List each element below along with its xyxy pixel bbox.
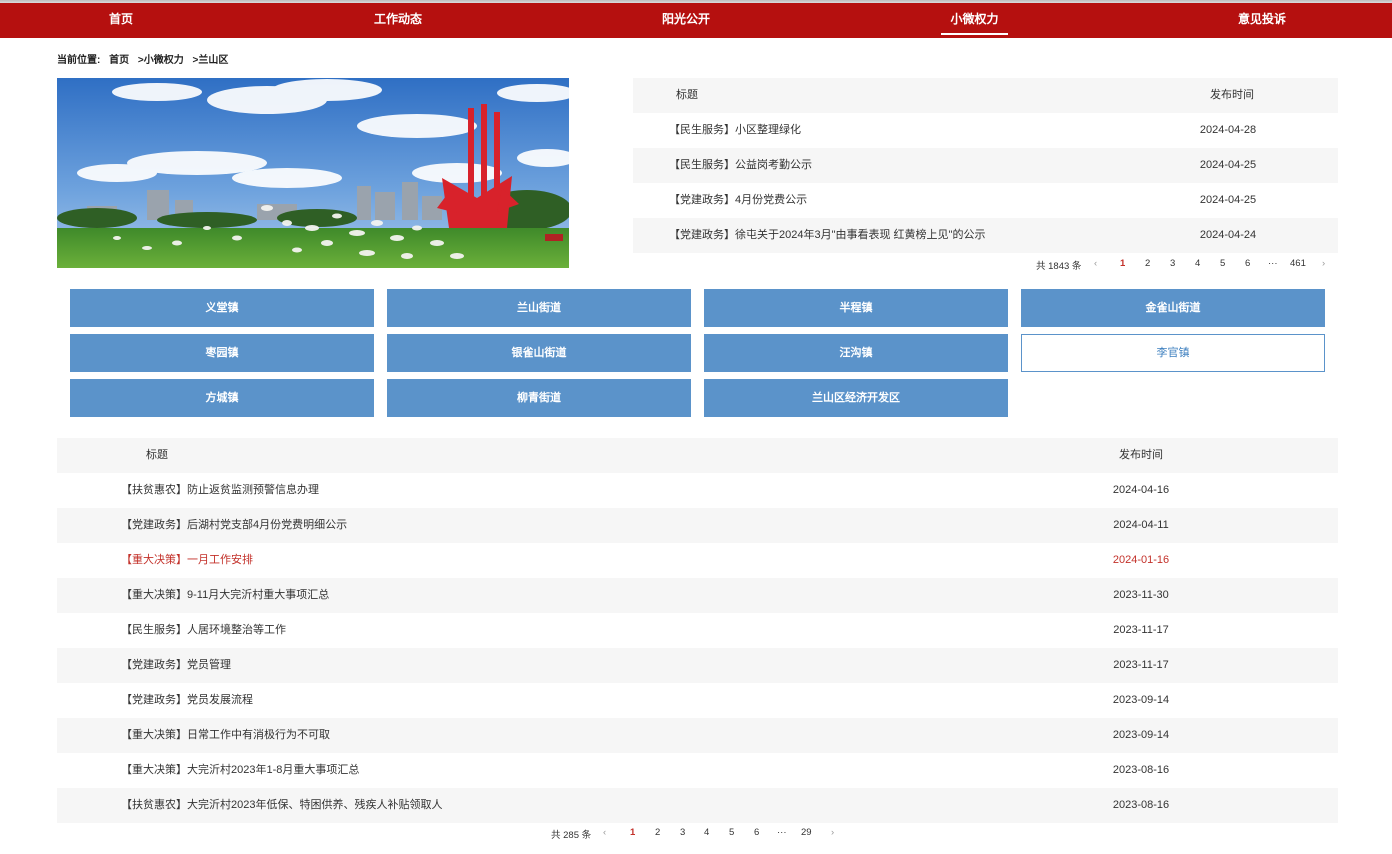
table-row[interactable]: 【党建政务】徐屯关于2024年3月"由事看表现 红黄榜上见"的公示 2024-0… (633, 218, 1338, 253)
pagination-page[interactable]: 4 (1195, 258, 1200, 269)
row-title[interactable]: 【党建政务】4月份党费公示 (669, 183, 807, 218)
pagination-next-icon[interactable]: › (1322, 258, 1325, 269)
table-row[interactable]: 【重大决策】大完沂村2023年1-8月重大事项汇总 2023-08-16 (57, 753, 1338, 788)
town-button-bancheng[interactable]: 半程镇 (704, 289, 1008, 327)
town-button-lanshan-econ-zone[interactable]: 兰山区经济开发区 (704, 379, 1008, 417)
table-row[interactable]: 【党建政务】4月份党费公示 2024-04-25 (633, 183, 1338, 218)
town-button-zaoyuan[interactable]: 枣园镇 (70, 334, 374, 372)
pagination-prev-icon[interactable]: ‹ (1094, 258, 1097, 269)
table-row[interactable]: 【民生服务】人居环境整治等工作 2023-11-17 (57, 613, 1338, 648)
pagination-page[interactable]: 2 (655, 827, 660, 838)
top-news-table: 标题 发布时间 【民生服务】小区整理绿化 2024-04-28 【民生服务】公益… (633, 78, 1338, 253)
row-date: 2023-09-14 (1112, 729, 1170, 741)
row-title[interactable]: 【重大决策】9-11月大完沂村重大事项汇总 (121, 578, 329, 613)
town-button-yinqueshan-street[interactable]: 银雀山街道 (387, 334, 691, 372)
town-button-jinqueshan-street[interactable]: 金雀山街道 (1021, 289, 1325, 327)
nav-item-sunshine-public[interactable]: 阳光公开 (656, 3, 716, 38)
top-pagination: 共 1843 条 ‹ 1 2 3 4 5 6 ··· 461 › (1036, 258, 1336, 272)
nav-item-work-news[interactable]: 工作动态 (368, 3, 428, 38)
table-row[interactable]: 【重大决策】一月工作安排 2024-01-16 (57, 543, 1338, 578)
row-title[interactable]: 【民生服务】人居环境整治等工作 (121, 613, 286, 648)
row-title[interactable]: 【重大决策】大完沂村2023年1-8月重大事项汇总 (121, 753, 359, 788)
row-date: 2023-11-17 (1113, 659, 1169, 671)
pagination-page[interactable]: 6 (754, 827, 759, 838)
pagination-page[interactable]: 1 (1120, 258, 1125, 269)
row-date: 2024-04-25 (1199, 194, 1257, 206)
town-button-liguan[interactable]: 李官镇 (1021, 334, 1325, 372)
banner-scene-graphic (57, 78, 569, 268)
pagination-page[interactable]: 5 (1220, 258, 1225, 269)
table-row[interactable]: 【重大决策】日常工作中有消极行为不可取 2023-09-14 (57, 718, 1338, 753)
table-row[interactable]: 【民生服务】小区整理绿化 2024-04-28 (633, 113, 1338, 148)
table-row[interactable]: 【扶贫惠农】大完沂村2023年低保、特困供养、残疾人补贴领取人 2023-08-… (57, 788, 1338, 823)
town-button-wanggou[interactable]: 汪沟镇 (704, 334, 1008, 372)
pagination-page[interactable]: 5 (729, 827, 734, 838)
row-title[interactable]: 【党建政务】徐屯关于2024年3月"由事看表现 红黄榜上见"的公示 (669, 218, 985, 253)
nav-item-home[interactable]: 首页 (92, 3, 150, 38)
row-title[interactable]: 【扶贫惠农】防止返贫监测预警信息办理 (121, 473, 319, 508)
pagination-page[interactable]: 1 (630, 827, 635, 838)
pagination-prev-icon[interactable]: ‹ (603, 827, 606, 838)
town-button-lanshan-street[interactable]: 兰山街道 (387, 289, 691, 327)
table-row[interactable]: 【党建政务】党员管理 2023-11-17 (57, 648, 1338, 683)
row-date: 2023-08-16 (1112, 799, 1170, 811)
row-title[interactable]: 【民生服务】公益岗考勤公示 (669, 148, 812, 183)
row-title[interactable]: 【党建政务】党员管理 (121, 648, 231, 683)
row-date: 2024-04-16 (1112, 484, 1170, 496)
pagination-page[interactable]: 461 (1290, 258, 1306, 269)
header-title: 标题 (146, 449, 168, 461)
pagination-page[interactable]: 4 (704, 827, 709, 838)
row-title[interactable]: 【重大决策】日常工作中有消极行为不可取 (121, 718, 330, 753)
row-date: 2023-08-16 (1112, 764, 1170, 776)
bottom-pagination: 共 285 条 ‹ 1 2 3 4 5 6 ··· 29 › (551, 827, 851, 841)
row-title[interactable]: 【扶贫惠农】大完沂村2023年低保、特困供养、残疾人补贴领取人 (121, 788, 442, 823)
table-row[interactable]: 【党建政务】后湖村党支部4月份党费明细公示 2024-04-11 (57, 508, 1338, 543)
breadcrumb: 当前位置: 首页 >小微权力 >兰山区 (57, 51, 234, 66)
banner-image (57, 78, 569, 268)
table-row[interactable]: 【民生服务】公益岗考勤公示 2024-04-25 (633, 148, 1338, 183)
pagination-page[interactable]: 2 (1145, 258, 1150, 269)
header-title: 标题 (676, 89, 698, 101)
row-title[interactable]: 【党建政务】后湖村党支部4月份党费明细公示 (121, 508, 347, 543)
breadcrumb-micro-power-link[interactable]: >小微权力 (138, 55, 184, 66)
table-header: 标题 发布时间 (633, 78, 1338, 113)
top-bar: 首页 工作动态 阳光公开 小微权力 意见投诉 (0, 0, 1392, 38)
town-button-liuqing-street[interactable]: 柳青街道 (387, 379, 691, 417)
row-date: 2024-04-24 (1199, 229, 1257, 241)
row-title[interactable]: 【重大决策】一月工作安排 (121, 543, 253, 578)
row-date: 2024-01-16 (1112, 554, 1170, 566)
row-date: 2023-11-30 (1113, 589, 1169, 601)
header-date: 发布时间 (1119, 449, 1163, 461)
pagination-total: 共 1843 条 (1036, 261, 1082, 272)
table-row[interactable]: 【党建政务】党员发展流程 2023-09-14 (57, 683, 1338, 718)
row-title[interactable]: 【党建政务】党员发展流程 (121, 683, 253, 718)
pagination-total: 共 285 条 (551, 830, 592, 841)
pagination-next-icon[interactable]: › (831, 827, 834, 838)
row-date: 2024-04-28 (1199, 124, 1257, 136)
pagination-page[interactable]: 3 (1170, 258, 1175, 269)
nav-item-micro-power[interactable]: 小微权力 (941, 3, 1008, 38)
main-nav: 首页 工作动态 阳光公开 小微权力 意见投诉 (0, 3, 1392, 38)
town-button-fangcheng[interactable]: 方城镇 (70, 379, 374, 417)
pagination-page[interactable]: 6 (1245, 258, 1250, 269)
row-date: 2023-09-14 (1112, 694, 1170, 706)
breadcrumb-prefix: 当前位置: (57, 55, 101, 66)
header-date: 发布时间 (1210, 89, 1254, 101)
pagination-page[interactable]: 29 (801, 827, 812, 838)
table-row[interactable]: 【扶贫惠农】防止返贫监测预警信息办理 2024-04-16 (57, 473, 1338, 508)
breadcrumb-lanshan-link[interactable]: >兰山区 (193, 55, 229, 66)
row-title[interactable]: 【民生服务】小区整理绿化 (669, 113, 801, 148)
town-button-yitang[interactable]: 义堂镇 (70, 289, 374, 327)
pagination-ellipsis[interactable]: ··· (777, 827, 787, 838)
row-date: 2024-04-11 (1113, 519, 1169, 531)
table-header: 标题 发布时间 (57, 438, 1338, 473)
bottom-news-table: 标题 发布时间 【扶贫惠农】防止返贫监测预警信息办理 2024-04-16 【党… (57, 438, 1338, 823)
breadcrumb-home-link[interactable]: 首页 (109, 55, 129, 66)
table-row[interactable]: 【重大决策】9-11月大完沂村重大事项汇总 2023-11-30 (57, 578, 1338, 613)
row-date: 2024-04-25 (1199, 159, 1257, 171)
pagination-page[interactable]: 3 (680, 827, 685, 838)
pagination-ellipsis[interactable]: ··· (1268, 258, 1278, 269)
nav-item-complaints[interactable]: 意见投诉 (1232, 3, 1292, 38)
row-date: 2023-11-17 (1113, 624, 1169, 636)
